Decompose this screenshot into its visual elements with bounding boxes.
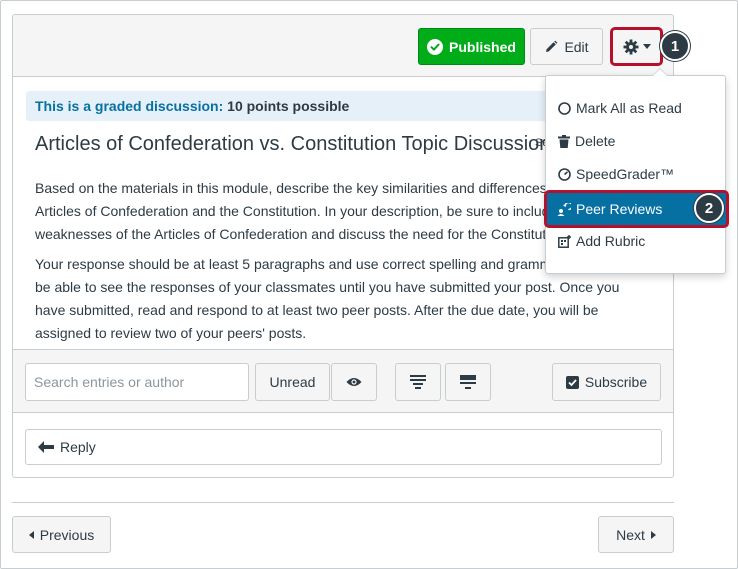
caret-down-icon (642, 43, 651, 50)
search-input[interactable] (25, 363, 249, 401)
check-circle-icon (427, 38, 444, 55)
speedgrader-icon (558, 167, 571, 181)
menu-item-label: Mark All as Read (576, 100, 682, 116)
eye-icon (346, 376, 362, 388)
caret-left-icon (28, 530, 34, 539)
subscribe-button[interactable]: Subscribe (552, 363, 661, 401)
previous-label: Previous (39, 526, 95, 543)
gear-icon (623, 39, 639, 55)
show-button[interactable] (331, 363, 377, 401)
menu-item-label: Peer Reviews (576, 201, 663, 217)
callout-badge-2: 2 (694, 193, 724, 223)
menu-item-label: SpeedGrader™ (576, 166, 675, 182)
discussion-header: Published Edit (13, 15, 673, 77)
next-label: Next (616, 526, 645, 543)
edit-button[interactable]: Edit (530, 28, 603, 65)
rubric-icon (558, 234, 571, 248)
reply-label: Reply (60, 439, 96, 455)
caret-right-icon (650, 530, 656, 539)
reply-arrow-icon (38, 441, 54, 453)
menu-item-speedgrader[interactable]: SpeedGrader™ (554, 159, 717, 189)
pager-divider (12, 502, 674, 503)
next-button[interactable]: Next (598, 516, 674, 553)
collapse-replies-button[interactable] (395, 363, 441, 401)
published-label: Published (449, 38, 516, 55)
unread-button[interactable]: Unread (255, 363, 330, 401)
published-button[interactable]: Published (418, 28, 525, 65)
unread-label: Unread (269, 374, 316, 390)
trash-icon (558, 134, 570, 148)
menu-item-add-rubric[interactable]: Add Rubric (554, 226, 717, 256)
graded-discussion-banner: This is a graded discussion: 10 points p… (26, 91, 566, 121)
edit-label: Edit (564, 38, 589, 55)
points-possible: 10 points possible (227, 98, 350, 114)
menu-item-label: Delete (575, 133, 616, 149)
peer-reviews-icon (557, 202, 571, 216)
checkbox-checked-icon (565, 375, 579, 389)
pencil-icon (544, 40, 558, 54)
expand-replies-button[interactable] (445, 363, 491, 401)
discussion-toolbar: Unread Subscribe (13, 349, 673, 413)
menu-item-label: Add Rubric (576, 233, 646, 249)
callout-badge-1: 1 (660, 31, 690, 61)
graded-prefix: This is a graded discussion: (35, 98, 224, 114)
collapse-icon (410, 375, 426, 389)
menu-item-delete[interactable]: Delete (554, 126, 717, 156)
expand-icon (460, 375, 476, 389)
reply-button[interactable]: Reply (25, 429, 662, 465)
settings-menu: Mark All as Read Delete SpeedGrader™ Pee… (544, 68, 729, 274)
settings-button[interactable] (610, 27, 663, 66)
menu-item-mark-all-read[interactable]: Mark All as Read (554, 93, 717, 123)
previous-button[interactable]: Previous (12, 516, 111, 553)
subscribe-label: Subscribe (584, 374, 648, 390)
topic-title: Articles of Confederation vs. Constituti… (35, 133, 551, 155)
circle-icon (558, 101, 571, 115)
